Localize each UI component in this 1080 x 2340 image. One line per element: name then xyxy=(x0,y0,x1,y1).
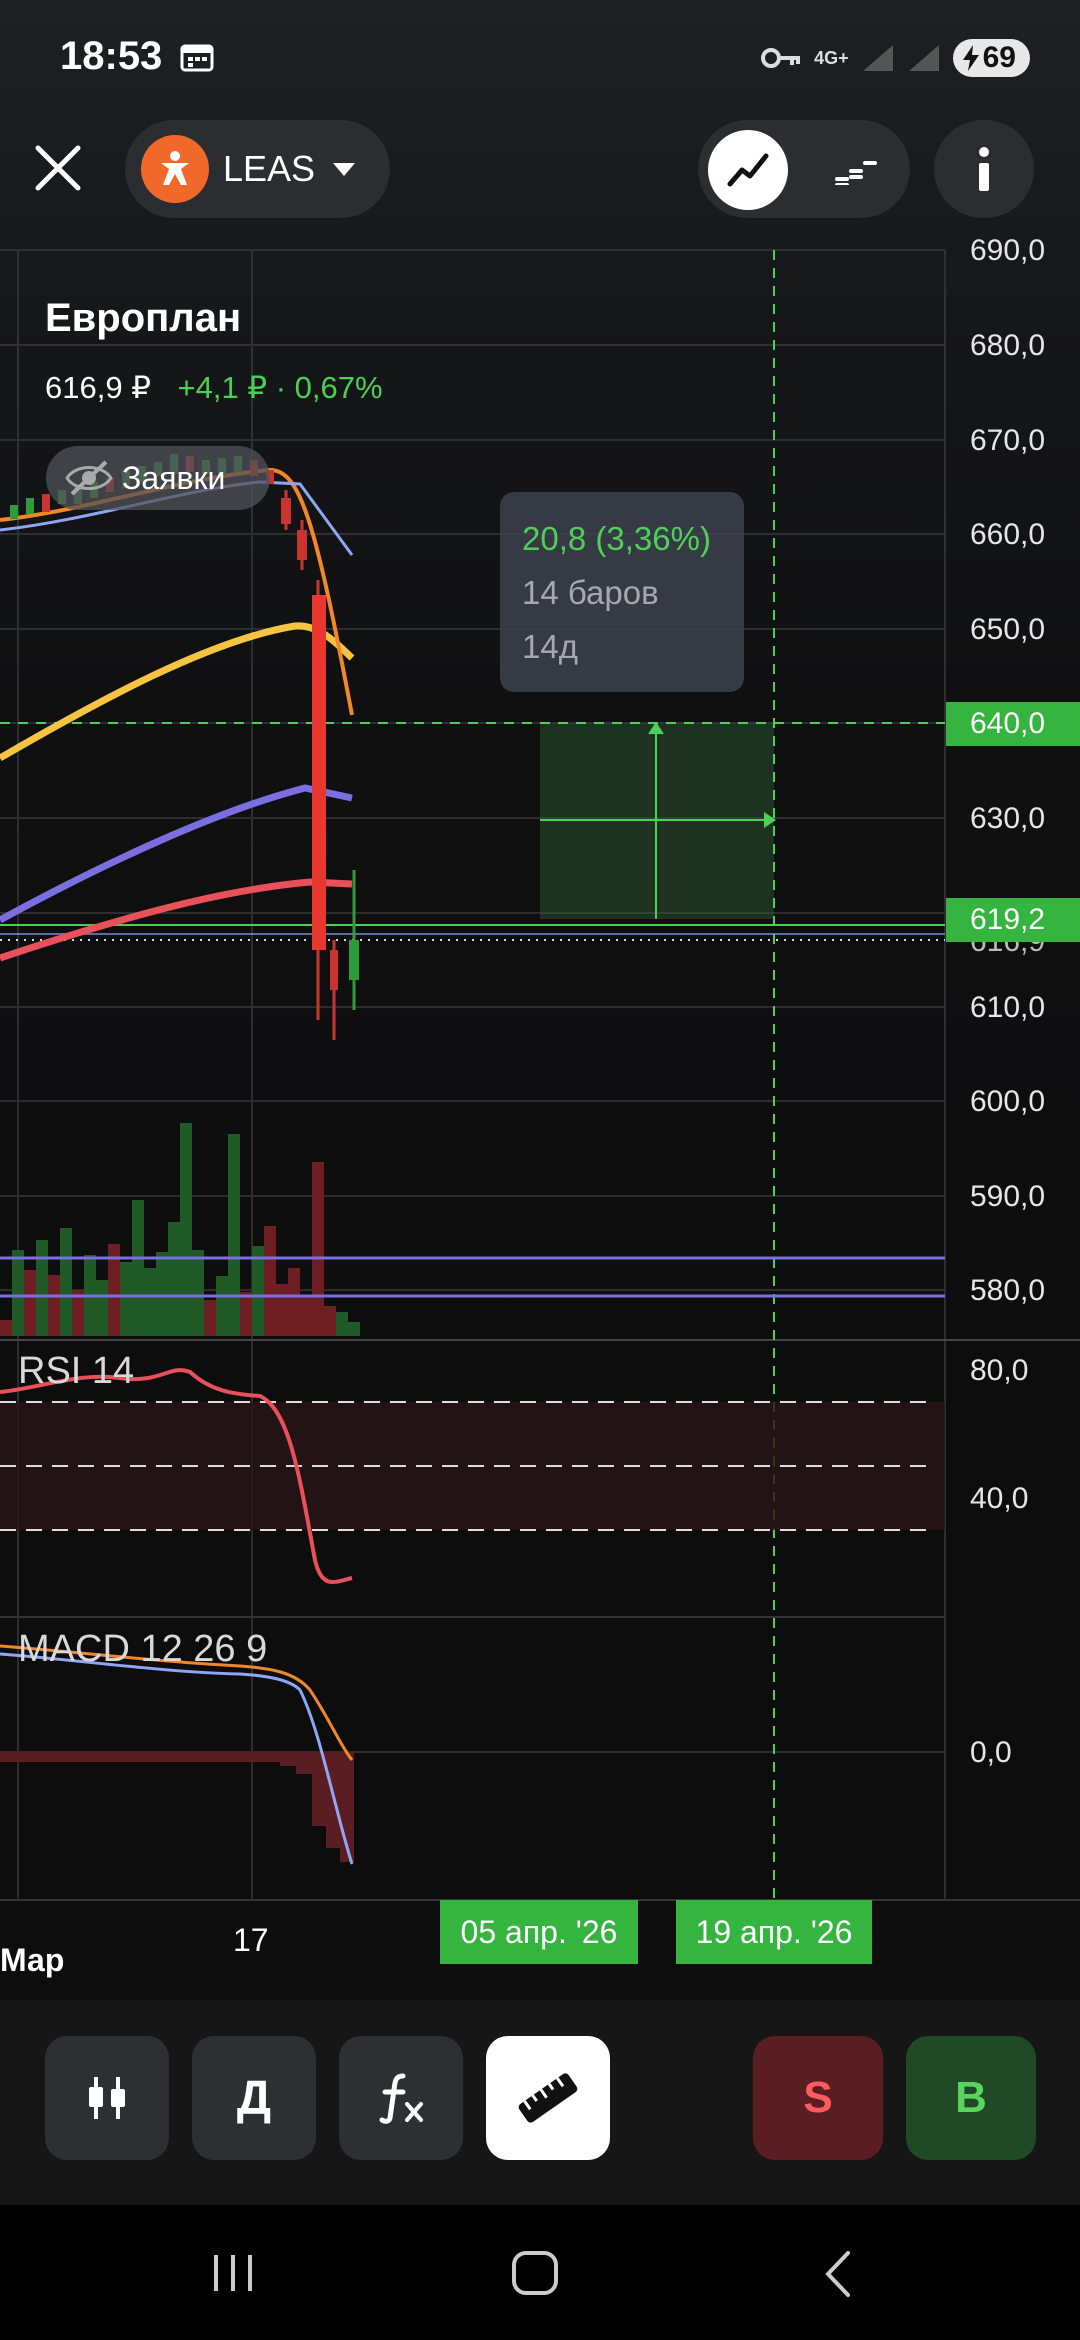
step-chart-icon[interactable] xyxy=(816,130,896,210)
rsi-axis-label: 80,0 xyxy=(970,1354,1029,1387)
price-axis-label: 650,0 xyxy=(970,613,1046,646)
ticker-logo-icon xyxy=(141,135,209,203)
close-icon[interactable] xyxy=(30,140,86,196)
price-axis-label: 670,0 xyxy=(970,424,1046,457)
chart-mode-toggle xyxy=(698,120,910,218)
status-bar: 18:53 4G+ 69 xyxy=(0,0,1080,115)
ticker-name: LEAS xyxy=(223,148,316,189)
price-axis-label: 690,0 xyxy=(970,234,1046,267)
period-button[interactable]: Д xyxy=(192,2036,316,2160)
battery-level: 69 xyxy=(982,41,1016,74)
date-axis-label: Мар xyxy=(0,1942,65,1978)
period-label: Д xyxy=(236,2071,272,2125)
caret-down-icon xyxy=(333,162,356,176)
status-time: 18:53 xyxy=(60,34,163,78)
instrument-name: Европлан xyxy=(45,296,242,340)
macd-label: MACD 12 26 9 xyxy=(18,1628,268,1670)
measure-delta: 20,8 (3,36%) xyxy=(522,520,711,557)
price-axis-label: 680,0 xyxy=(970,329,1046,362)
orders-toggle[interactable]: Заявки xyxy=(46,446,270,510)
line-chart-icon[interactable] xyxy=(708,130,788,210)
instrument-change: +4,1 ₽ · 0,67% xyxy=(177,370,383,405)
measure-start-date: 05 апр. '26 xyxy=(440,1900,638,1964)
date-axis-label: 17 xyxy=(233,1922,269,1958)
buy-button[interactable]: B xyxy=(906,2036,1036,2160)
eye-off-icon xyxy=(65,460,113,496)
info-icon[interactable] xyxy=(934,120,1034,218)
ema-yellow xyxy=(0,622,355,762)
signal-icon xyxy=(862,45,893,71)
signal-icon xyxy=(908,45,939,71)
recents-icon[interactable] xyxy=(210,2251,256,2295)
volume-bars xyxy=(0,1123,360,1336)
ema-purple xyxy=(0,784,353,924)
candles-icon[interactable] xyxy=(45,2036,169,2160)
measure-days: 14д xyxy=(522,628,578,665)
rsi-axis-label: 40,0 xyxy=(970,1482,1029,1515)
instrument-price-line: 616,9 ₽ +4,1 ₽ · 0,67% xyxy=(45,370,383,406)
price-axis-label: 660,0 xyxy=(970,518,1046,551)
home-icon[interactable] xyxy=(510,2249,560,2297)
calendar-icon xyxy=(180,44,214,72)
macd-axis-label: 0,0 xyxy=(970,1736,1012,1769)
back-icon[interactable] xyxy=(820,2249,856,2299)
price-axis-label: 630,0 xyxy=(970,802,1046,835)
measure-bars: 14 баров xyxy=(522,574,659,611)
key-icon xyxy=(761,48,801,68)
price-axis-label: 600,0 xyxy=(970,1085,1046,1118)
rsi-label: RSI 14 xyxy=(18,1350,135,1392)
measure-tooltip: 20,8 (3,36%) 14 баров 14д xyxy=(500,492,744,692)
measure-end-date: 19 апр. '26 xyxy=(676,1900,872,1964)
instrument-price: 616,9 ₽ xyxy=(45,370,151,405)
price-axis-label: 610,0 xyxy=(970,991,1046,1024)
price-axis-label: 590,0 xyxy=(970,1180,1046,1213)
system-nav-bar xyxy=(0,2205,1080,2340)
sell-button[interactable]: S xyxy=(753,2036,883,2160)
network-type: 4G+ xyxy=(814,47,849,68)
charging-bolt-icon xyxy=(962,45,979,71)
ticker-selector[interactable]: LEAS xyxy=(125,120,390,218)
status-icons: 4G+ 69 xyxy=(760,36,1030,80)
battery-icon: 69 xyxy=(952,39,1030,77)
target-price-badge: 640,0 xyxy=(946,702,1080,746)
orders-toggle-label: Заявки xyxy=(122,459,226,496)
ruler-icon[interactable] xyxy=(486,2036,610,2160)
function-icon[interactable] xyxy=(339,2036,463,2160)
app-screen: 18:53 4G+ 69 LEAS 690,0 680,0 670,0 660,… xyxy=(0,0,1080,2340)
price-axis-label: 580,0 xyxy=(970,1274,1046,1307)
current-price-badge: 619,2 xyxy=(946,898,1080,942)
candles xyxy=(10,454,359,1040)
